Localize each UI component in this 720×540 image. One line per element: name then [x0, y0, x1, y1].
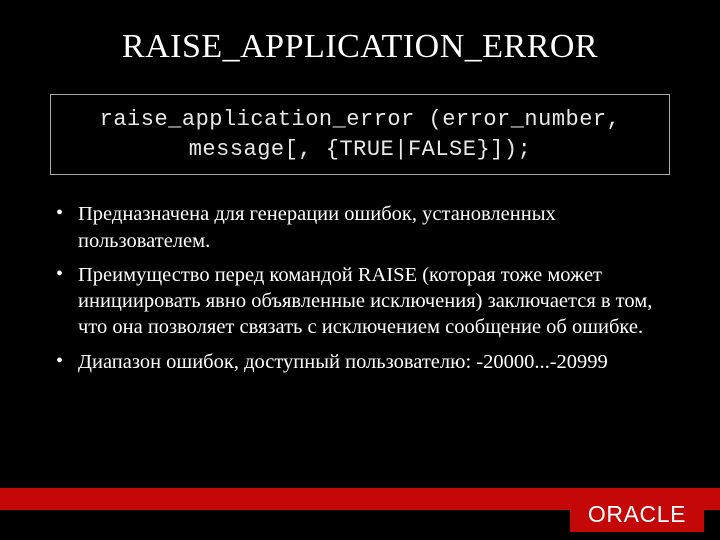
syntax-box: raise_application_error (error_number, m… — [50, 94, 670, 175]
list-item: Преимущество перед командой RAISE (котор… — [48, 262, 672, 341]
list-item: Диапазон ошибок, доступный пользователю:… — [48, 349, 672, 375]
slide-title: RAISE_APPLICATION_ERROR — [48, 28, 672, 66]
oracle-logo: ORACLE — [570, 496, 704, 532]
slide: RAISE_APPLICATION_ERROR raise_applicatio… — [0, 0, 720, 540]
code-line-1: raise_application_error (error_number, — [59, 105, 661, 135]
bullet-list: Предназначена для генерации ошибок, уста… — [48, 201, 672, 374]
list-item: Предназначена для генерации ошибок, уста… — [48, 201, 672, 253]
code-line-2: message[, {TRUE|FALSE}]); — [59, 135, 661, 165]
